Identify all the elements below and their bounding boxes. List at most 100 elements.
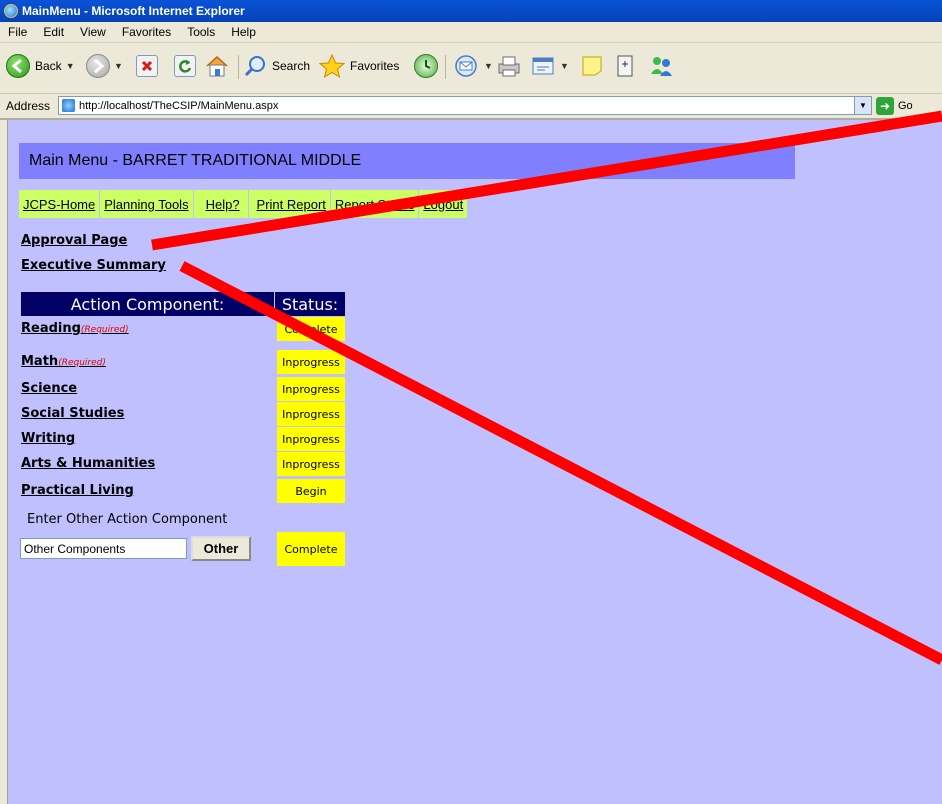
- research-book-icon: [617, 55, 633, 77]
- status-badge: Inprogress: [277, 350, 345, 374]
- status-badge: Begin: [277, 479, 345, 503]
- home-button[interactable]: [204, 53, 230, 79]
- component-link-writing[interactable]: Writing: [21, 431, 75, 446]
- address-bar: Address http://localhost/TheCSIP/MainMen…: [0, 94, 942, 120]
- status-badge: Inprogress: [277, 452, 345, 476]
- nav-report-status[interactable]: Report Status: [330, 190, 419, 218]
- favorites-star-icon: [318, 53, 346, 79]
- forward-arrow-icon: [86, 54, 110, 78]
- stop-icon: [136, 55, 158, 77]
- page-icon: [62, 99, 75, 112]
- table-header: Action Component: Status:: [21, 292, 345, 316]
- search-label: Search: [272, 59, 311, 73]
- menu-view[interactable]: View: [72, 25, 114, 39]
- toolbar-separator: [238, 55, 239, 79]
- discuss-button[interactable]: [580, 53, 604, 79]
- history-icon: [414, 54, 438, 78]
- required-note: (Required): [80, 325, 129, 335]
- search-icon: [244, 56, 265, 77]
- nav-print-report[interactable]: Print Report: [248, 190, 330, 218]
- browser-toolbar: Back ▼ ▼ Search Favorites ▼ ▼: [0, 43, 942, 94]
- print-button[interactable]: [496, 53, 522, 79]
- table-row: Reading(Required) Complete: [21, 317, 361, 341]
- back-label: Back: [35, 59, 62, 73]
- status-badge: Inprogress: [277, 377, 345, 401]
- history-button[interactable]: [414, 53, 438, 79]
- toolbar-separator: [445, 55, 446, 79]
- home-icon: [206, 55, 228, 77]
- go-label: Go: [898, 100, 913, 112]
- menu-help[interactable]: Help: [223, 25, 264, 39]
- page-left-border: [0, 120, 8, 804]
- status-badge: Complete: [277, 317, 345, 341]
- edit-button[interactable]: ▼: [530, 53, 569, 79]
- nav-logout[interactable]: Logout: [419, 190, 468, 218]
- address-dropdown-icon[interactable]: ▼: [854, 97, 871, 114]
- messenger-button[interactable]: [648, 53, 674, 79]
- go-arrow-icon: ➜: [876, 97, 894, 115]
- refresh-icon: [174, 55, 196, 77]
- other-component-input[interactable]: [20, 538, 187, 559]
- status-badge: Inprogress: [277, 427, 345, 451]
- col-status: Status:: [275, 292, 345, 316]
- page-content: Main Menu - BARRET TRADITIONAL MIDDLE JC…: [8, 120, 942, 804]
- mail-dropdown-icon[interactable]: ▼: [484, 61, 493, 71]
- address-input[interactable]: http://localhost/TheCSIP/MainMenu.aspx ▼: [58, 96, 872, 115]
- approval-page-link[interactable]: Approval Page: [21, 233, 127, 248]
- research-button[interactable]: [614, 53, 636, 79]
- other-button[interactable]: Other: [191, 536, 251, 561]
- forward-dropdown-icon[interactable]: ▼: [114, 61, 123, 71]
- table-row: Social Studies Inprogress: [21, 402, 361, 426]
- executive-summary-link[interactable]: Executive Summary: [21, 258, 166, 273]
- back-button[interactable]: Back ▼: [6, 53, 75, 79]
- forward-button[interactable]: ▼: [86, 53, 123, 79]
- printer-icon: [498, 56, 520, 77]
- other-status-badge: Complete: [277, 532, 345, 566]
- back-dropdown-icon[interactable]: ▼: [66, 61, 75, 71]
- back-arrow-icon: [6, 54, 30, 78]
- component-link-reading[interactable]: Reading(Required): [21, 321, 129, 336]
- messenger-icon: [651, 57, 672, 76]
- favorites-label: Favorites: [350, 59, 400, 73]
- nav-help[interactable]: Help?: [193, 190, 248, 218]
- edit-page-icon: [532, 57, 554, 75]
- window-titlebar: MainMenu - Microsoft Internet Explorer: [0, 0, 942, 22]
- component-link-science[interactable]: Science: [21, 381, 77, 396]
- refresh-button[interactable]: [174, 53, 196, 79]
- ie-logo-icon: [4, 4, 18, 18]
- note-icon: [582, 56, 602, 76]
- address-url: http://localhost/TheCSIP/MainMenu.aspx: [79, 99, 279, 112]
- page-header: Main Menu - BARRET TRADITIONAL MIDDLE: [19, 143, 795, 179]
- address-label: Address: [6, 99, 51, 113]
- edit-dropdown-icon[interactable]: ▼: [560, 61, 569, 71]
- status-badge: Inprogress: [277, 402, 345, 426]
- page-nav: JCPS-Home Planning Tools Help? Print Rep…: [19, 190, 468, 218]
- table-row: Science Inprogress: [21, 377, 361, 401]
- table-row: Practical Living Begin: [21, 479, 361, 503]
- menu-tools[interactable]: Tools: [179, 25, 223, 39]
- component-link-practical-living[interactable]: Practical Living: [21, 483, 134, 498]
- component-link-social-studies[interactable]: Social Studies: [21, 406, 124, 421]
- table-row: Math(Required) Inprogress: [21, 350, 361, 374]
- nav-planning-tools[interactable]: Planning Tools: [100, 190, 193, 218]
- mail-icon: [455, 55, 477, 77]
- table-row: Writing Inprogress: [21, 427, 361, 451]
- mail-button[interactable]: ▼: [452, 53, 493, 79]
- stop-button[interactable]: [136, 53, 158, 79]
- menu-edit[interactable]: Edit: [35, 25, 72, 39]
- other-component-label: Enter Other Action Component: [27, 512, 228, 527]
- table-row: Arts & Humanities Inprogress: [21, 452, 361, 476]
- menubar: File Edit View Favorites Tools Help: [0, 22, 942, 43]
- menu-favorites[interactable]: Favorites: [114, 25, 179, 39]
- window-title: MainMenu - Microsoft Internet Explorer: [22, 4, 245, 18]
- go-button[interactable]: ➜ Go: [876, 97, 913, 115]
- col-action-component: Action Component:: [21, 292, 275, 316]
- required-note: (Required): [58, 358, 106, 368]
- menu-file[interactable]: File: [0, 25, 35, 39]
- action-component-table: Action Component: Status: Reading(Requir…: [21, 292, 345, 503]
- component-link-arts-humanities[interactable]: Arts & Humanities: [21, 456, 155, 471]
- nav-jcps-home[interactable]: JCPS-Home: [19, 190, 100, 218]
- search-button[interactable]: Search: [244, 53, 310, 79]
- component-link-math[interactable]: Math(Required): [21, 354, 106, 369]
- favorites-button[interactable]: Favorites: [318, 53, 399, 79]
